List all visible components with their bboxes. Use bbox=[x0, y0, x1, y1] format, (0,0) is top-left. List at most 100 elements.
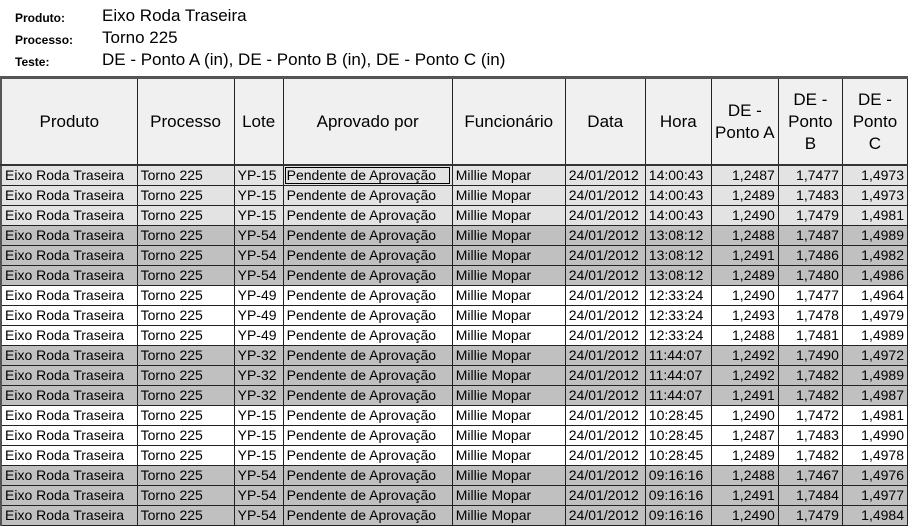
cell-ponto-c[interactable]: 1,4986 bbox=[842, 265, 909, 286]
cell-hora[interactable]: 13:08:12 bbox=[645, 265, 712, 286]
cell-ponto-c[interactable]: 1,4982 bbox=[842, 245, 909, 266]
cell-produto[interactable]: Eixo Roda Traseira bbox=[1, 225, 138, 246]
cell-ponto-c[interactable]: 1,4979 bbox=[842, 305, 909, 326]
cell-processo[interactable]: Torno 225 bbox=[137, 305, 235, 326]
cell-processo[interactable]: Torno 225 bbox=[137, 405, 235, 426]
table-row[interactable]: Eixo Roda Traseira Torno 225 YP-54 Pendente… bbox=[1, 225, 909, 246]
cell-produto[interactable]: Eixo Roda Traseira bbox=[1, 465, 138, 486]
cell-data[interactable]: 24/01/2012 bbox=[565, 185, 646, 206]
cell-ponto-a[interactable]: 1,2488 bbox=[711, 225, 779, 246]
cell-processo[interactable]: Torno 225 bbox=[137, 245, 235, 266]
cell-ponto-b[interactable]: 1,7486 bbox=[778, 245, 843, 266]
column-header-produto[interactable]: Produto bbox=[1, 77, 138, 166]
cell-hora[interactable]: 11:44:07 bbox=[645, 345, 712, 366]
cell-processo[interactable]: Torno 225 bbox=[137, 445, 235, 466]
cell-data[interactable]: 24/01/2012 bbox=[565, 165, 646, 186]
cell-lote[interactable]: YP-15 bbox=[234, 185, 284, 206]
column-header-aprovado-por[interactable]: Aprovado por bbox=[283, 77, 453, 166]
cell-ponto-c[interactable]: 1,4984 bbox=[842, 505, 909, 526]
cell-data[interactable]: 24/01/2012 bbox=[565, 405, 646, 426]
column-header-ponto-a[interactable]: DE - Ponto A bbox=[711, 77, 779, 166]
table-row[interactable]: Eixo Roda Traseira Torno 225 YP-15 Pendente… bbox=[1, 185, 909, 206]
cell-ponto-b[interactable]: 1,7484 bbox=[778, 485, 843, 506]
cell-produto[interactable]: Eixo Roda Traseira bbox=[1, 305, 138, 326]
cell-lote[interactable]: YP-15 bbox=[234, 205, 284, 226]
column-header-ponto-c[interactable]: DE - Ponto C bbox=[842, 77, 909, 166]
cell-ponto-b[interactable]: 1,7483 bbox=[778, 185, 843, 206]
cell-ponto-a[interactable]: 1,2490 bbox=[711, 205, 779, 226]
cell-data[interactable]: 24/01/2012 bbox=[565, 285, 646, 306]
cell-ponto-c[interactable]: 1,4989 bbox=[842, 225, 909, 246]
cell-ponto-a[interactable]: 1,2491 bbox=[711, 385, 779, 406]
cell-produto[interactable]: Eixo Roda Traseira bbox=[1, 505, 138, 526]
cell-ponto-b[interactable]: 1,7477 bbox=[778, 165, 843, 186]
cell-hora[interactable]: 14:00:43 bbox=[645, 165, 712, 186]
cell-data[interactable]: 24/01/2012 bbox=[565, 445, 646, 466]
cell-produto[interactable]: Eixo Roda Traseira bbox=[1, 285, 138, 306]
cell-processo[interactable]: Torno 225 bbox=[137, 205, 235, 226]
cell-ponto-c[interactable]: 1,4981 bbox=[842, 405, 909, 426]
cell-ponto-c[interactable]: 1,4964 bbox=[842, 285, 909, 306]
cell-processo[interactable]: Torno 225 bbox=[137, 385, 235, 406]
cell-ponto-b[interactable]: 1,7481 bbox=[778, 325, 843, 346]
cell-processo[interactable]: Torno 225 bbox=[137, 285, 235, 306]
cell-hora[interactable]: 14:00:43 bbox=[645, 185, 712, 206]
cell-processo[interactable]: Torno 225 bbox=[137, 185, 235, 206]
cell-hora[interactable]: 12:33:24 bbox=[645, 285, 712, 306]
cell-produto[interactable]: Eixo Roda Traseira bbox=[1, 185, 138, 206]
cell-lote[interactable]: YP-54 bbox=[234, 265, 284, 286]
cell-ponto-a[interactable]: 1,2493 bbox=[711, 305, 779, 326]
cell-ponto-a[interactable]: 1,2487 bbox=[711, 165, 779, 186]
cell-funcionario[interactable]: Millie Mopar bbox=[452, 485, 566, 506]
cell-produto[interactable]: Eixo Roda Traseira bbox=[1, 165, 138, 186]
cell-ponto-a[interactable]: 1,2492 bbox=[711, 345, 779, 366]
cell-ponto-a[interactable]: 1,2489 bbox=[711, 445, 779, 466]
table-row[interactable]: Eixo Roda Traseira Torno 225 YP-54 Pendente… bbox=[1, 505, 909, 526]
cell-aprovado-por[interactable]: Pendente de Aprovação bbox=[283, 425, 453, 446]
cell-ponto-c[interactable]: 1,4973 bbox=[842, 185, 909, 206]
cell-aprovado-por[interactable]: Pendente de Aprovação bbox=[283, 305, 453, 326]
cell-processo[interactable]: Torno 225 bbox=[137, 165, 235, 186]
cell-lote[interactable]: YP-49 bbox=[234, 305, 284, 326]
cell-hora[interactable]: 09:16:16 bbox=[645, 505, 712, 526]
cell-ponto-a[interactable]: 1,2490 bbox=[711, 405, 779, 426]
cell-ponto-a[interactable]: 1,2490 bbox=[711, 505, 779, 526]
cell-data[interactable]: 24/01/2012 bbox=[565, 265, 646, 286]
cell-funcionario[interactable]: Millie Mopar bbox=[452, 385, 566, 406]
table-row[interactable]: Eixo Roda Traseira Torno 225 YP-54 Pendente… bbox=[1, 465, 909, 486]
cell-aprovado-por[interactable]: Pendente de Aprovação bbox=[283, 245, 453, 266]
cell-aprovado-por[interactable]: Pendente de Aprovação bbox=[283, 325, 453, 346]
cell-hora[interactable]: 10:28:45 bbox=[645, 405, 712, 426]
cell-funcionario[interactable]: Millie Mopar bbox=[452, 345, 566, 366]
table-row[interactable]: Eixo Roda Traseira Torno 225 YP-15 Pendente… bbox=[1, 425, 909, 446]
cell-processo[interactable]: Torno 225 bbox=[137, 505, 235, 526]
cell-hora[interactable]: 13:08:12 bbox=[645, 225, 712, 246]
cell-lote[interactable]: YP-15 bbox=[234, 445, 284, 466]
table-row[interactable]: Eixo Roda Traseira Torno 225 YP-32 Pendente… bbox=[1, 345, 909, 366]
cell-produto[interactable]: Eixo Roda Traseira bbox=[1, 345, 138, 366]
cell-produto[interactable]: Eixo Roda Traseira bbox=[1, 425, 138, 446]
cell-produto[interactable]: Eixo Roda Traseira bbox=[1, 325, 138, 346]
cell-ponto-c[interactable]: 1,4972 bbox=[842, 345, 909, 366]
cell-ponto-a[interactable]: 1,2487 bbox=[711, 425, 779, 446]
cell-ponto-b[interactable]: 1,7478 bbox=[778, 305, 843, 326]
cell-ponto-c[interactable]: 1,4990 bbox=[842, 425, 909, 446]
cell-data[interactable]: 24/01/2012 bbox=[565, 225, 646, 246]
cell-hora[interactable]: 10:28:45 bbox=[645, 425, 712, 446]
cell-lote[interactable]: YP-15 bbox=[234, 405, 284, 426]
cell-aprovado-por[interactable]: Pendente de Aprovação bbox=[283, 385, 453, 406]
cell-funcionario[interactable]: Millie Mopar bbox=[452, 445, 566, 466]
cell-ponto-b[interactable]: 1,7479 bbox=[778, 205, 843, 226]
table-row[interactable]: Eixo Roda Traseira Torno 225 YP-15 Pendente… bbox=[1, 445, 909, 466]
cell-aprovado-por[interactable]: Pendente de Aprovação bbox=[283, 165, 453, 186]
column-header-lote[interactable]: Lote bbox=[234, 77, 284, 166]
cell-funcionario[interactable]: Millie Mopar bbox=[452, 225, 566, 246]
cell-aprovado-por[interactable]: Pendente de Aprovação bbox=[283, 465, 453, 486]
cell-funcionario[interactable]: Millie Mopar bbox=[452, 265, 566, 286]
cell-ponto-a[interactable]: 1,2492 bbox=[711, 365, 779, 386]
cell-funcionario[interactable]: Millie Mopar bbox=[452, 405, 566, 426]
cell-produto[interactable]: Eixo Roda Traseira bbox=[1, 485, 138, 506]
cell-ponto-b[interactable]: 1,7477 bbox=[778, 285, 843, 306]
cell-processo[interactable]: Torno 225 bbox=[137, 365, 235, 386]
cell-produto[interactable]: Eixo Roda Traseira bbox=[1, 205, 138, 226]
